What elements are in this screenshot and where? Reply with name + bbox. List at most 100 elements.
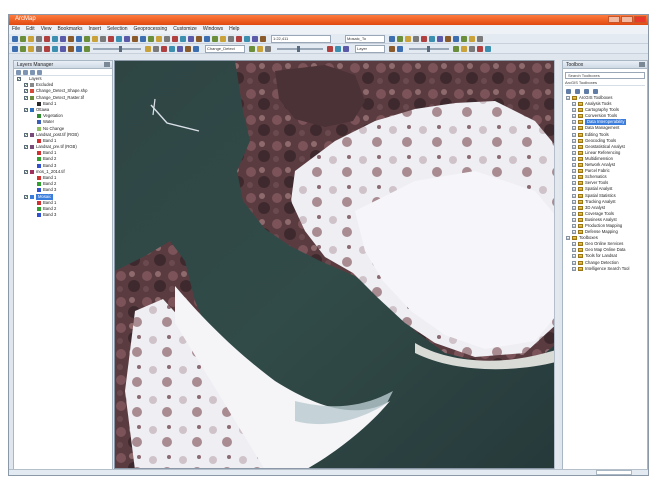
standard-tool-4-icon[interactable]	[36, 36, 42, 42]
menu-selection[interactable]: Selection	[107, 25, 128, 34]
standard-tool-17-icon[interactable]	[140, 36, 146, 42]
expand-icon[interactable]: +	[572, 187, 576, 192]
standard-tool-27-icon[interactable]	[220, 36, 226, 42]
layer-visibility-checkbox[interactable]	[24, 145, 28, 150]
standard-tool-33-icon[interactable]	[389, 36, 395, 42]
expand-icon[interactable]: +	[572, 132, 576, 137]
standard-tool-39-icon[interactable]	[437, 36, 443, 42]
expand-icon[interactable]: +	[572, 205, 576, 210]
expand-icon[interactable]: +	[572, 126, 576, 131]
small-layer-combo[interactable]: Layer	[355, 45, 385, 53]
layer-visibility-checkbox[interactable]	[24, 132, 28, 137]
home-icon[interactable]	[575, 89, 580, 94]
standard-tool-41-icon[interactable]	[453, 36, 459, 42]
menu-geoprocessing[interactable]: Geoprocessing	[134, 25, 168, 34]
scale-combo[interactable]: 1:22,411	[271, 35, 331, 43]
tools-tool-14-icon[interactable]	[169, 46, 175, 52]
toc-close-icon[interactable]	[104, 62, 110, 67]
standard-tool-40-icon[interactable]	[445, 36, 451, 42]
expand-icon[interactable]: +	[572, 120, 576, 125]
standard-tool-44-icon[interactable]	[477, 36, 483, 42]
expand-icon[interactable]: +	[566, 236, 570, 241]
tools-tool-1-icon[interactable]	[12, 46, 18, 52]
close-button[interactable]	[634, 16, 646, 23]
back-icon[interactable]	[566, 89, 571, 94]
standard-tool-30-icon[interactable]	[244, 36, 250, 42]
expand-icon[interactable]: +	[572, 230, 576, 235]
standard-tool-37-icon[interactable]	[421, 36, 427, 42]
standard-tool-9-icon[interactable]	[76, 36, 82, 42]
tools-tool-22-icon[interactable]	[335, 46, 341, 52]
layer-visibility-checkbox[interactable]	[24, 95, 28, 100]
expand-icon[interactable]: +	[572, 193, 576, 198]
toolbox-close-icon[interactable]	[639, 62, 645, 67]
standard-tool-38-icon[interactable]	[429, 36, 435, 42]
layer-visibility-checkbox[interactable]	[24, 107, 28, 112]
standard-tool-1-icon[interactable]	[12, 36, 18, 42]
tools-tool-26-icon[interactable]	[453, 46, 459, 52]
standard-tool-29-icon[interactable]	[236, 36, 242, 42]
tools-tool-19-icon[interactable]	[257, 46, 263, 52]
list-by-source-icon[interactable]	[23, 70, 28, 75]
standard-tool-23-icon[interactable]	[188, 36, 194, 42]
standard-tool-2-icon[interactable]	[20, 36, 26, 42]
editor-combo[interactable]: Mosaic_To	[345, 35, 385, 43]
tools-tool-29-icon[interactable]	[477, 46, 483, 52]
standard-tool-20-icon[interactable]	[164, 36, 170, 42]
standard-tool-18-icon[interactable]	[148, 36, 154, 42]
standard-tool-7-icon[interactable]	[60, 36, 66, 42]
tools-tool-17-icon[interactable]	[193, 46, 199, 52]
tools-tool-9-icon[interactable]	[76, 46, 82, 52]
expand-icon[interactable]: +	[572, 144, 576, 149]
expand-icon[interactable]: +	[572, 217, 576, 222]
swipe-slider-thumb[interactable]	[297, 46, 300, 52]
minimize-button[interactable]	[608, 16, 620, 23]
standard-tool-35-icon[interactable]	[405, 36, 411, 42]
tools-tool-15-icon[interactable]	[177, 46, 183, 52]
expand-icon[interactable]: +	[572, 254, 576, 259]
expand-icon[interactable]: +	[572, 242, 576, 247]
expand-icon[interactable]: +	[572, 260, 576, 265]
standard-tool-43-icon[interactable]	[469, 36, 475, 42]
tools-tool-13-icon[interactable]	[161, 46, 167, 52]
standard-tool-21-icon[interactable]	[172, 36, 178, 42]
list-by-drawing-order-icon[interactable]	[16, 70, 21, 75]
tools-tool-30-icon[interactable]	[485, 46, 491, 52]
layer-visibility-checkbox[interactable]	[24, 169, 28, 174]
tools-tool-25-icon[interactable]	[397, 46, 403, 52]
tools-tool-21-icon[interactable]	[327, 46, 333, 52]
expand-icon[interactable]: +	[572, 223, 576, 228]
tools-tool-18-icon[interactable]	[249, 46, 255, 52]
menu-edit[interactable]: Edit	[26, 25, 35, 34]
standard-tool-24-icon[interactable]	[196, 36, 202, 42]
tools-tool-7-icon[interactable]	[60, 46, 66, 52]
expand-icon[interactable]: +	[572, 156, 576, 161]
tools-tool-6-icon[interactable]	[52, 46, 58, 52]
layer-visibility-checkbox[interactable]	[17, 77, 21, 81]
expand-icon[interactable]: +	[572, 211, 576, 216]
layer-visibility-checkbox[interactable]	[24, 194, 28, 199]
standard-tool-26-icon[interactable]	[212, 36, 218, 42]
tools-tool-3-icon[interactable]	[28, 46, 34, 52]
expand-icon[interactable]: +	[572, 181, 576, 186]
expand-icon[interactable]: +	[572, 266, 576, 271]
options-icon[interactable]	[593, 89, 598, 94]
standard-tool-3-icon[interactable]	[28, 36, 34, 42]
tools-tool-20-icon[interactable]	[265, 46, 271, 52]
standard-tool-32-icon[interactable]	[260, 36, 266, 42]
transparency-slider-thumb[interactable]	[119, 46, 122, 52]
toolbox-search-input[interactable]: Search Toolboxes	[565, 72, 645, 79]
standard-tool-34-icon[interactable]	[397, 36, 403, 42]
menu-bookmarks[interactable]: Bookmarks	[57, 25, 82, 34]
expand-icon[interactable]: +	[572, 248, 576, 253]
tools-tool-4-icon[interactable]	[36, 46, 42, 52]
expand-icon[interactable]: +	[572, 102, 576, 107]
layer-combo[interactable]: Change_Detect	[205, 45, 245, 53]
standard-tool-25-icon[interactable]	[204, 36, 210, 42]
toolbox-tree-item[interactable]: + Intelligence Search Tool	[563, 266, 647, 272]
standard-tool-6-icon[interactable]	[52, 36, 58, 42]
standard-tool-22-icon[interactable]	[180, 36, 186, 42]
expand-icon[interactable]: +	[572, 169, 576, 174]
menu-customize[interactable]: Customize	[173, 25, 197, 34]
tools-tool-8-icon[interactable]	[68, 46, 74, 52]
